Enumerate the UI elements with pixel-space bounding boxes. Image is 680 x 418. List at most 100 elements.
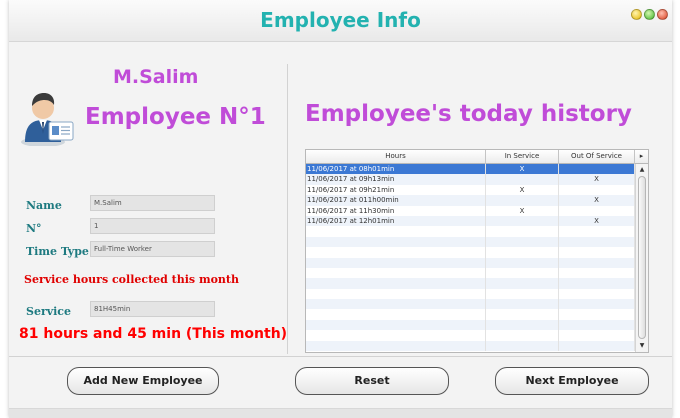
employee-avatar-icon (21, 93, 74, 146)
cell-in-service (486, 278, 559, 289)
cell-in-service: X (486, 164, 559, 175)
cell-out-of-service (559, 319, 635, 331)
column-menu-button[interactable]: ▸ (635, 150, 648, 164)
table-row[interactable]: 11/06/2017 at 08h01min X (306, 164, 635, 175)
table-row[interactable] (306, 309, 635, 320)
cell-hours (306, 299, 486, 310)
cell-hours (306, 257, 486, 268)
table-row[interactable]: 11/06/2017 at 11h30min X (306, 205, 635, 216)
cell-out-of-service: X (559, 195, 635, 206)
cell-hours: 11/06/2017 at 09h21min (306, 184, 486, 196)
employee-name-heading: M.Salim (113, 66, 199, 88)
monthly-total-text: 81 hours and 45 min (This month) (19, 326, 288, 342)
cell-in-service (486, 288, 559, 300)
cell-in-service (486, 257, 559, 268)
cell-hours (306, 288, 486, 300)
employee-info-window: Employee Info M.Salim Employee N°1 Name … (9, 0, 672, 418)
cell-out-of-service (559, 184, 635, 196)
time-type-field[interactable]: Full-Time Worker (90, 241, 215, 257)
cell-hours (306, 309, 486, 320)
cell-out-of-service (559, 309, 635, 320)
employee-number-heading: Employee N°1 (85, 104, 266, 130)
cell-out-of-service (559, 257, 635, 268)
cell-hours: 11/06/2017 at 08h01min (306, 164, 486, 175)
minimize-button[interactable] (631, 9, 642, 20)
cell-out-of-service: X (559, 174, 635, 185)
service-label: Service (26, 305, 72, 318)
footer-divider (9, 356, 672, 357)
number-label: N° (26, 222, 42, 235)
table-row[interactable] (306, 319, 635, 331)
number-field[interactable]: 1 (90, 218, 215, 234)
table-row[interactable]: 11/06/2017 at 011h00min X (306, 195, 635, 206)
cell-out-of-service (559, 205, 635, 216)
table-row[interactable]: 11/06/2017 at 09h13min X (306, 174, 635, 185)
table-row[interactable] (306, 278, 635, 289)
scroll-up-arrow-icon[interactable]: ▲ (637, 165, 647, 175)
vertical-scrollbar[interactable]: ▲ ▼ (635, 164, 648, 352)
close-button[interactable] (657, 9, 668, 20)
cell-out-of-service (559, 247, 635, 258)
table-row[interactable] (306, 299, 635, 310)
cell-in-service (486, 267, 559, 279)
cell-in-service (486, 215, 559, 227)
panel-divider (287, 64, 288, 354)
column-header-out-of-service[interactable]: Out Of Service (559, 150, 635, 164)
cell-hours (306, 330, 486, 341)
history-table-header: Hours In Service Out Of Service ▸ (306, 150, 648, 164)
table-row[interactable] (306, 257, 635, 268)
table-row[interactable] (306, 226, 635, 237)
table-row[interactable] (306, 236, 635, 248)
cell-out-of-service (559, 236, 635, 248)
column-header-hours[interactable]: Hours (306, 150, 486, 164)
table-row[interactable]: 11/06/2017 at 09h21min X (306, 184, 635, 196)
table-row[interactable] (306, 340, 635, 352)
cell-out-of-service (559, 267, 635, 279)
cell-hours: 11/06/2017 at 12h01min (306, 215, 486, 227)
cell-hours: 11/06/2017 at 11h30min (306, 205, 486, 216)
cell-out-of-service (559, 278, 635, 289)
table-row[interactable]: 11/06/2017 at 12h01min X (306, 215, 635, 227)
cell-in-service (486, 195, 559, 206)
cell-in-service: X (486, 205, 559, 216)
cell-out-of-service (559, 226, 635, 237)
table-row[interactable] (306, 330, 635, 341)
cell-in-service (486, 319, 559, 331)
cell-out-of-service (559, 288, 635, 300)
history-table-body: 11/06/2017 at 08h01min X 11/06/2017 at 09h… (306, 164, 635, 352)
cell-in-service (486, 247, 559, 258)
scroll-down-arrow-icon[interactable]: ▼ (637, 341, 647, 351)
cell-hours (306, 247, 486, 258)
cell-in-service (486, 309, 559, 320)
title-bar[interactable]: Employee Info (9, 0, 672, 42)
status-strip (9, 408, 672, 418)
cell-hours: 11/06/2017 at 09h13min (306, 174, 486, 185)
history-table[interactable]: Hours In Service Out Of Service ▸ 11/06/… (305, 149, 649, 353)
table-row[interactable] (306, 247, 635, 258)
name-field[interactable]: M.Salim (90, 195, 215, 211)
time-type-label: Time Type (26, 245, 89, 258)
cell-in-service (486, 174, 559, 185)
maximize-button[interactable] (644, 9, 655, 20)
cell-in-service (486, 299, 559, 310)
cell-out-of-service (559, 330, 635, 341)
service-field[interactable]: 81H45min (90, 301, 215, 317)
next-employee-button[interactable]: Next Employee (495, 367, 649, 395)
add-new-employee-button[interactable]: Add New Employee (67, 367, 219, 395)
reset-button[interactable]: Reset (295, 367, 449, 395)
window-title: Employee Info (260, 8, 421, 32)
cell-out-of-service: X (559, 215, 635, 227)
cell-hours (306, 278, 486, 289)
cell-hours (306, 226, 486, 237)
table-row[interactable] (306, 288, 635, 300)
cell-in-service: X (486, 184, 559, 196)
table-row[interactable] (306, 267, 635, 279)
cell-hours (306, 267, 486, 279)
service-hours-note: Service hours collected this month (24, 273, 240, 286)
cell-in-service (486, 330, 559, 341)
column-header-in-service[interactable]: In Service (486, 150, 559, 164)
cell-in-service (486, 340, 559, 352)
cell-out-of-service (559, 299, 635, 310)
scroll-thumb[interactable] (638, 176, 646, 339)
cell-hours: 11/06/2017 at 011h00min (306, 195, 486, 206)
